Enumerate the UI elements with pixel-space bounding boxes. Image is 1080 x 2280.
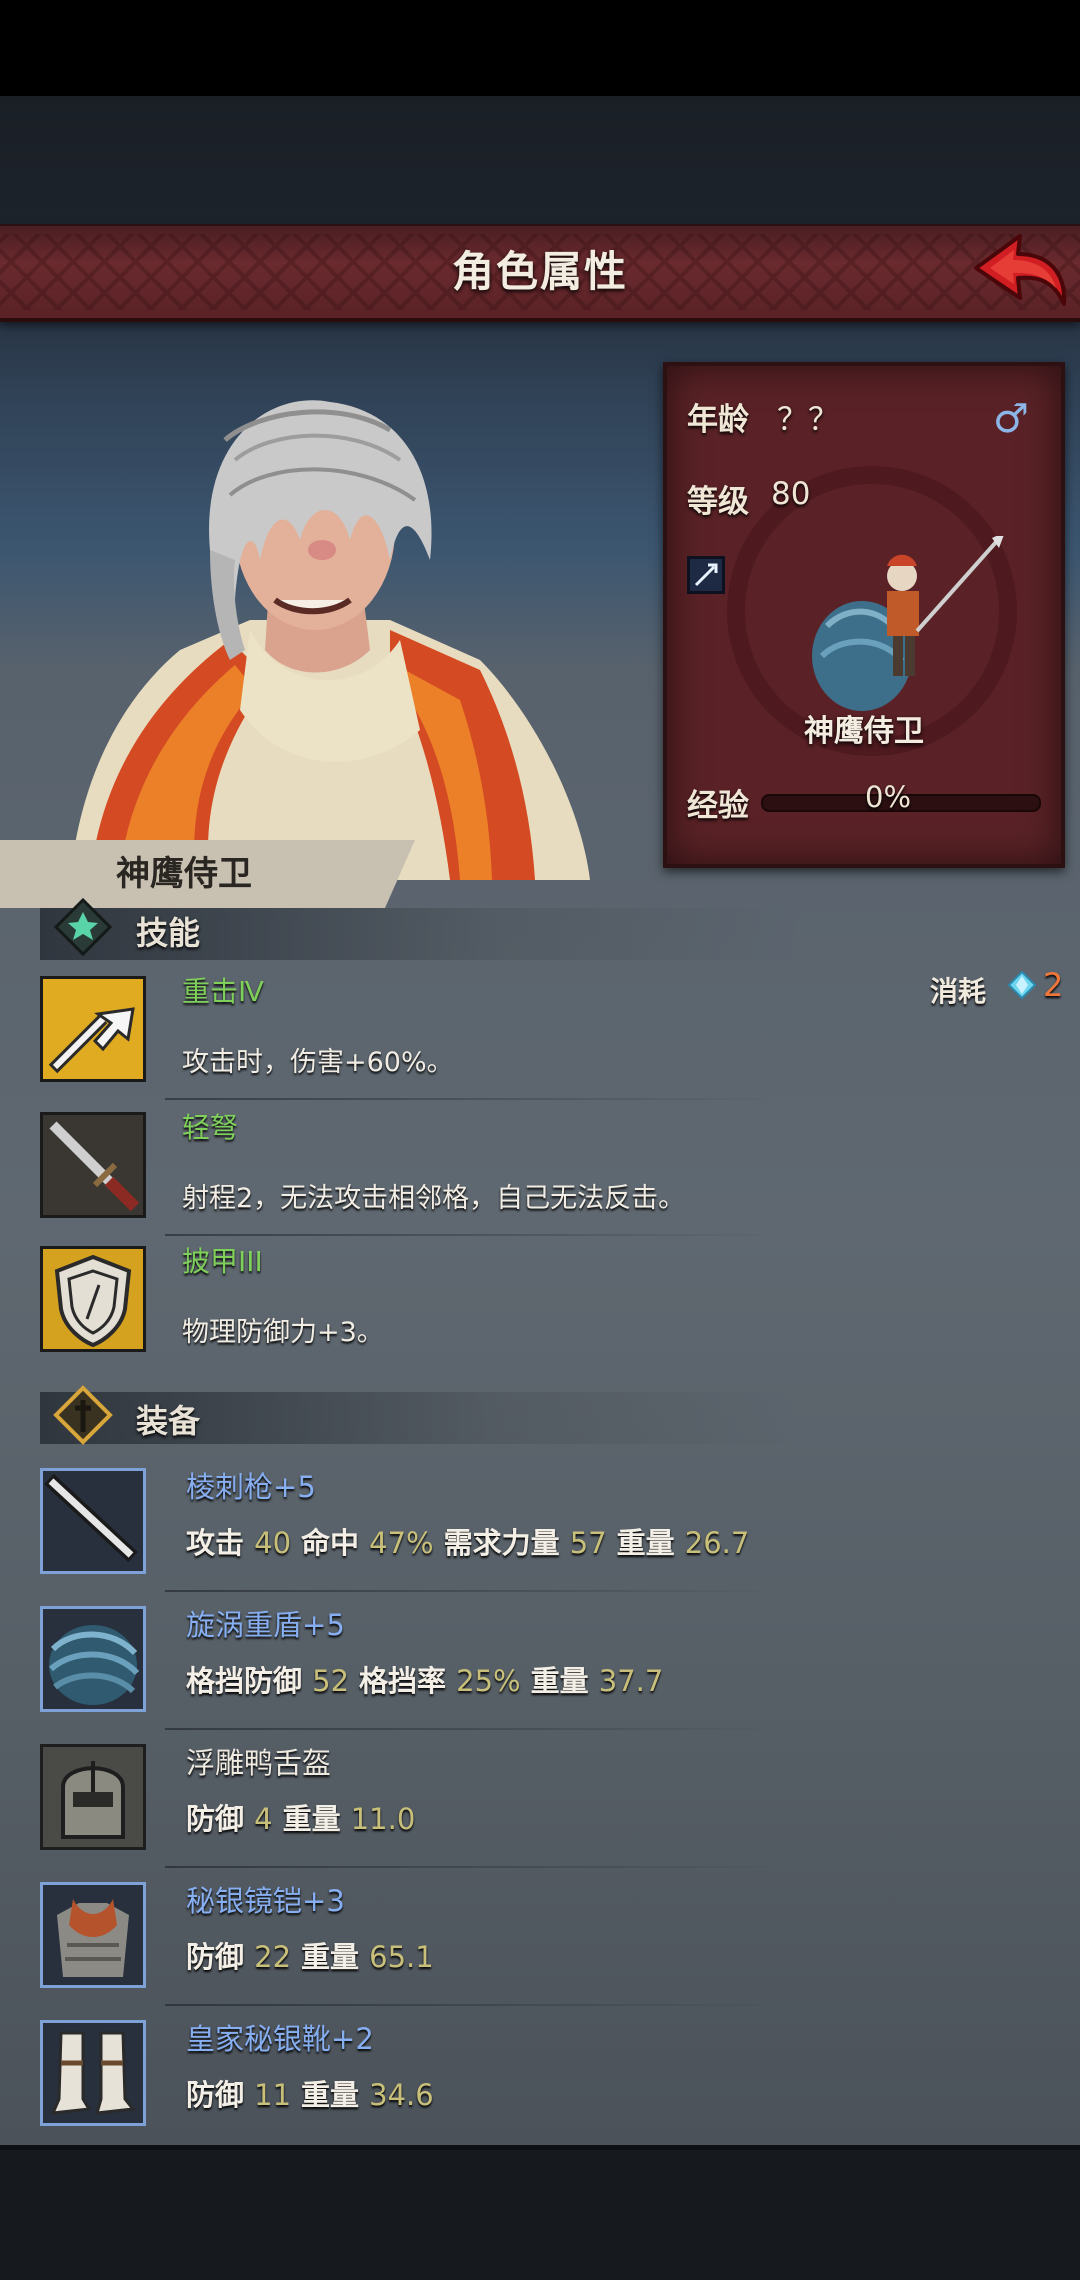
equipment-section-icon <box>53 1385 113 1445</box>
title-bar: 角色属性 <box>0 224 1080 322</box>
skill-cost-label: 消耗 <box>930 975 987 1008</box>
skill-name: 重击Ⅳ <box>182 975 264 1008</box>
equipment-section-title: 装备 <box>136 1402 201 1440</box>
unit-name-label: 神鹰侍卫 <box>804 714 924 749</box>
equip-stats: 格挡防御 52 格挡率 25% 重量 37.7 <box>186 1664 664 1698</box>
page-title: 角色属性 <box>451 247 628 296</box>
equip-boots-icon[interactable] <box>40 2020 146 2126</box>
skill-desc: 射程2，无法攻击相邻格，自己无法反击。 <box>182 1183 686 1214</box>
navigation-area <box>0 2150 1080 2280</box>
equip-name: 旋涡重盾+5 <box>186 1608 345 1642</box>
skills-section-icon <box>53 897 113 957</box>
exp-value: 0% <box>865 780 912 814</box>
skill-armor-icon[interactable] <box>40 1246 146 1352</box>
skills-section-title: 技能 <box>136 914 201 952</box>
divider <box>165 2004 785 2006</box>
equip-name: 棱刺枪+5 <box>186 1470 316 1504</box>
level-label: 等级 <box>687 484 749 520</box>
crystal-icon <box>1008 971 1036 999</box>
age-value: ？？ <box>777 402 839 438</box>
skill-name: 披甲III <box>182 1245 263 1278</box>
character-info-panel: 年龄 ？？ ♂ 等级 80 神鹰侍卫 经验 0% <box>663 362 1065 868</box>
equip-helmet-icon[interactable] <box>40 1744 146 1850</box>
divider <box>165 1234 785 1236</box>
equip-spear-icon[interactable] <box>40 1468 146 1574</box>
skill-name: 轻弩 <box>182 1111 239 1144</box>
skill-cost-value: 2 <box>1043 966 1064 1004</box>
equip-stats: 防御 4 重量 11.0 <box>186 1802 416 1836</box>
equip-armor-icon[interactable] <box>40 1882 146 1988</box>
skill-desc: 物理防御力+3。 <box>182 1317 384 1348</box>
skill-desc: 攻击时，伤害+60%。 <box>182 1047 454 1078</box>
exp-label: 经验 <box>687 788 749 824</box>
character-portrait <box>70 400 590 880</box>
level-value: 80 <box>771 476 811 512</box>
character-name: 神鹰侍卫 <box>116 854 252 894</box>
divider <box>165 1098 785 1100</box>
divider <box>165 1590 785 1592</box>
equip-shield-icon[interactable] <box>40 1606 146 1712</box>
equip-stats: 攻击 40 命中 47% 需求力量 57 重量 26.7 <box>186 1526 750 1560</box>
equip-stats: 防御 11 重量 34.6 <box>186 2078 434 2112</box>
unit-sprite <box>812 536 1004 711</box>
skill-heavy-strike-icon[interactable] <box>40 976 146 1082</box>
male-gender-icon: ♂ <box>993 396 1029 442</box>
skill-light-crossbow-icon[interactable] <box>40 1112 146 1218</box>
equip-name: 秘银镜铠+3 <box>186 1884 345 1918</box>
divider <box>165 1728 785 1730</box>
divider <box>165 1866 785 1868</box>
equip-name: 浮雕鸭舌盔 <box>186 1746 332 1780</box>
age-label: 年龄 <box>687 402 749 438</box>
equip-name: 皇家秘银靴+2 <box>186 2022 374 2056</box>
status-bar-area <box>0 0 1080 96</box>
back-arrow-icon[interactable] <box>968 228 1072 314</box>
equip-stats: 防御 22 重量 65.1 <box>186 1940 434 1974</box>
crossbow-class-icon <box>687 556 725 594</box>
